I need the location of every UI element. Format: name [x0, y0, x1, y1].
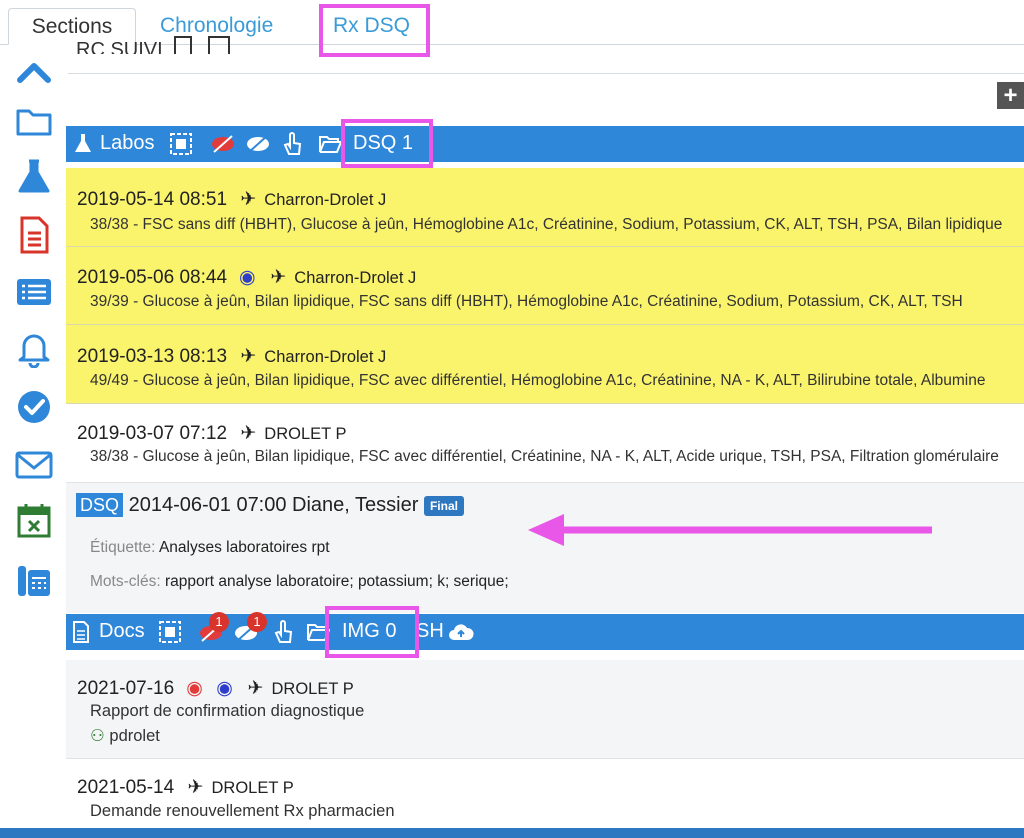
entry-author: DROLET P [271, 680, 354, 698]
entry-date: 2021-05-14 [77, 777, 175, 798]
flask-icon[interactable] [14, 157, 54, 197]
entry-detail: 38/38 - FSC sans diff (HBHT), Glucose à … [90, 216, 1003, 233]
doc-entry[interactable]: 2021-07-16 ◉ ◉ ✈ DROLET P Rapport de confir… [66, 660, 1024, 759]
eye-slash-red-icon[interactable] [211, 135, 235, 153]
entry-date: 2019-05-06 08:44 [77, 267, 228, 288]
doc-user: pdrolet [109, 727, 160, 745]
divider [68, 73, 1024, 74]
rc-suivi-header: RC SUIVI [76, 36, 230, 54]
hand-pointer-icon[interactable] [273, 620, 295, 644]
entry-detail: 38/38 - Glucose à jeûn, Bilan lipidique,… [90, 448, 999, 465]
docs-title: Docs [99, 620, 145, 642]
entry-date: 2019-05-14 08:51 [77, 189, 228, 210]
annotation-arrow [528, 514, 932, 546]
document-icon[interactable] [14, 215, 54, 255]
paper-plane-icon: ✈ [270, 267, 287, 288]
entry-date: 2021-07-16 [77, 678, 175, 699]
note-icon[interactable] [174, 36, 193, 54]
doc-entry[interactable]: 2021-05-14 ✈ DROLET P Demande renouvellem… [66, 759, 1024, 828]
rc-suivi-label: RC SUIVI [76, 39, 163, 54]
folder-open-icon[interactable] [318, 134, 342, 154]
paper-plane-icon: ✈ [240, 189, 257, 210]
dsq-entry-date: 2014-06-01 07:00 Diane, Tessier [128, 494, 419, 516]
etiquette-value: Analyses laboratoires rpt [158, 539, 330, 556]
chevron-up-icon[interactable] [14, 53, 54, 93]
check-circle-icon[interactable] [14, 387, 54, 427]
lab-entry[interactable]: 2019-03-07 07:12 ✈ DROLET P 38/38 - Gluco… [66, 404, 1024, 483]
cloud-upload-icon[interactable] [448, 622, 474, 642]
mots-cles-value: rapport analyse laboratoire; potassium; … [164, 573, 509, 590]
entry-author: Charron-Drolet J [264, 191, 387, 209]
highlight-dsq-1 [341, 119, 433, 168]
calendar-x-icon[interactable] [14, 500, 54, 540]
entry-date: 2019-03-13 08:13 [77, 346, 228, 367]
document-icon [73, 621, 89, 643]
entry-author: Charron-Drolet J [294, 269, 417, 287]
scan-icon[interactable] [158, 620, 182, 644]
edit-icon[interactable] [207, 36, 230, 54]
entry-date: 2019-03-07 07:12 [77, 423, 228, 444]
lab-entry[interactable]: 2019-05-06 08:44 ◉ ✈ Charron-Drolet J 39/3… [66, 247, 1024, 325]
paper-plane-icon: ✈ [240, 423, 257, 444]
folder-icon[interactable] [14, 101, 54, 141]
mail-icon[interactable] [14, 445, 54, 485]
paper-plane-icon: ✈ [240, 346, 257, 367]
flask-icon [75, 134, 91, 152]
labos-title: Labos [100, 132, 155, 154]
dsq-tag: DSQ [76, 493, 124, 517]
doc-title: Demande renouvellement Rx pharmacien [90, 802, 395, 820]
highlight-rx-dsq [319, 4, 430, 57]
doc-title: Rapport de confirmation diagnostique [90, 702, 365, 720]
entry-detail: 39/39 - Glucose à jeûn, Bilan lipidique,… [90, 293, 963, 310]
eye-slash-red-icon[interactable]: ◉ [179, 677, 209, 700]
entry-author: DROLET P [264, 425, 347, 443]
entry-author: Charron-Drolet J [264, 348, 387, 366]
mots-cles-label: Mots-clés: [90, 573, 161, 590]
etiquette-label: Étiquette: [90, 539, 156, 556]
lab-entry[interactable]: 2019-05-14 08:51 ✈ Charron-Drolet J 38/38… [66, 168, 1024, 247]
sh-label[interactable]: SH [416, 620, 444, 643]
list-icon[interactable] [14, 272, 54, 312]
eye-icon[interactable]: ◉ [209, 677, 239, 700]
labos-header: Labos DSQ 1 [66, 126, 1024, 162]
user-icon: ⚇ [90, 727, 105, 745]
bell-icon[interactable] [14, 328, 54, 368]
paper-plane-icon: ✈ [187, 777, 204, 798]
entry-author: DROLET P [211, 779, 294, 797]
entry-detail: 49/49 - Glucose à jeûn, Bilan lipidique,… [90, 372, 986, 389]
eye-slash-icon[interactable] [246, 135, 270, 153]
eye-icon[interactable]: ◉ [232, 266, 262, 289]
sidebar [0, 45, 68, 838]
hand-pointer-icon[interactable] [282, 132, 304, 156]
notification-badge: 1 [247, 612, 267, 632]
final-badge: Final [423, 495, 464, 516]
scan-icon[interactable] [169, 132, 193, 156]
notification-badge: 1 [209, 612, 229, 632]
add-button[interactable]: + [997, 82, 1024, 109]
bottom-bar [0, 828, 1024, 838]
highlight-img [325, 606, 419, 658]
docs-header: Docs 1 1 IMG 0 SH [66, 612, 1024, 650]
lab-entry[interactable]: 2019-03-13 08:13 ✈ Charron-Drolet J 49/49… [66, 325, 1024, 404]
fax-icon[interactable] [14, 560, 54, 600]
paper-plane-icon: ✈ [247, 678, 264, 699]
